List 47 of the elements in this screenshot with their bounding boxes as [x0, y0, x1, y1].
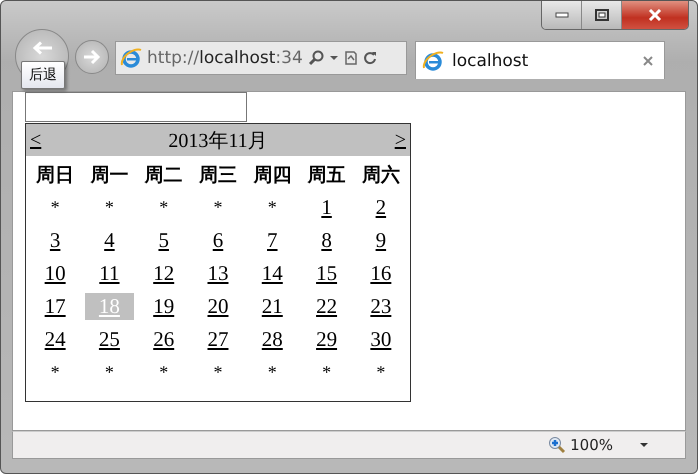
- maximize-button[interactable]: [582, 1, 622, 29]
- browser-logo-icon: [422, 50, 444, 72]
- month-title: 2013年11月: [168, 128, 268, 154]
- weekday-header: 周二: [143, 162, 184, 188]
- forward-button[interactable]: [75, 40, 109, 74]
- next-month-link[interactable]: >: [394, 128, 406, 152]
- tooltip: 后退: [21, 61, 65, 89]
- weekday-header: 周一: [89, 162, 130, 188]
- tab-title: localhost: [452, 50, 530, 70]
- date-input-field[interactable]: [25, 92, 247, 122]
- compatibility-icon[interactable]: [344, 50, 358, 66]
- dropdown-icon[interactable]: [328, 55, 339, 61]
- maximize-icon: [594, 9, 608, 21]
- browser-tab[interactable]: localhost: [415, 41, 665, 79]
- zoom-level[interactable]: 100%: [570, 436, 613, 454]
- weekday-header: 周日: [34, 162, 76, 188]
- empty-day-mark: *: [159, 197, 168, 218]
- weekday-header: 周四: [252, 162, 292, 188]
- weekday-header: 周五: [306, 162, 347, 188]
- close-icon: [648, 9, 662, 21]
- empty-day-mark: *: [268, 362, 277, 383]
- minimize-button[interactable]: [542, 1, 582, 29]
- empty-day-mark: *: [159, 362, 168, 383]
- back-arrow-icon: [32, 41, 52, 55]
- empty-day-mark: *: [376, 362, 386, 383]
- forward-arrow-icon: [83, 49, 101, 65]
- url-text: http://localhost:34: [147, 48, 303, 68]
- weekday-header: 周六: [360, 162, 401, 188]
- empty-day-mark: *: [50, 362, 60, 383]
- weekday-header: 周三: [198, 162, 238, 188]
- zoom-icon[interactable]: [548, 436, 566, 454]
- minimize-icon: [554, 12, 568, 18]
- browser-logo-icon: [120, 47, 142, 69]
- search-icon[interactable]: [308, 50, 324, 66]
- empty-day-mark: *: [322, 362, 332, 383]
- dropdown-icon[interactable]: [639, 442, 649, 448]
- refresh-icon[interactable]: [362, 50, 377, 66]
- address-bar[interactable]: http://localhost:34: [115, 41, 407, 75]
- close-button[interactable]: [622, 1, 688, 29]
- empty-day-mark: *: [104, 362, 114, 383]
- empty-day-mark: *: [213, 197, 222, 218]
- previous-month-link[interactable]: <: [30, 128, 42, 152]
- empty-day-mark: *: [213, 362, 222, 383]
- empty-day-mark: *: [104, 197, 114, 218]
- empty-day-mark: *: [50, 197, 60, 218]
- empty-day-mark: *: [268, 197, 277, 218]
- close-icon[interactable]: [642, 54, 654, 66]
